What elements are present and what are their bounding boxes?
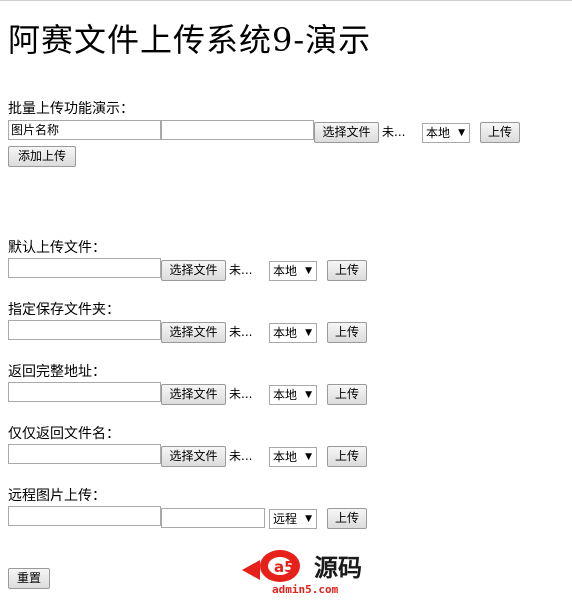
image-name-input[interactable]: 图片名称 bbox=[8, 120, 161, 140]
save-folder-label: 指定保存文件夹： bbox=[8, 302, 120, 318]
full-address-file-status: 未... bbox=[229, 387, 253, 401]
remote-source-value: 远程 bbox=[273, 512, 298, 526]
full-address-upload-button[interactable]: 上传 bbox=[327, 384, 367, 405]
batch-source-value: 本地 bbox=[426, 126, 451, 140]
remote-upload-label: 远程图片上传： bbox=[8, 488, 106, 504]
save-folder-file-status: 未... bbox=[229, 325, 253, 339]
filename-only-upload-button[interactable]: 上传 bbox=[327, 446, 367, 467]
full-address-source-select[interactable]: 本地 ▼ bbox=[269, 385, 317, 405]
filename-only-source-select[interactable]: 本地 ▼ bbox=[269, 447, 317, 467]
dropdown-arrow-icon: ▼ bbox=[458, 128, 465, 138]
batch-upload-label: 批量上传功能演示： bbox=[8, 101, 134, 117]
save-folder-choose-file-button[interactable]: 选择文件 bbox=[161, 322, 226, 343]
batch-path-input[interactable] bbox=[161, 120, 314, 140]
batch-file-status: 未... bbox=[382, 125, 406, 139]
remote-source-select[interactable]: 远程 ▼ bbox=[269, 509, 317, 529]
save-folder-upload-button[interactable]: 上传 bbox=[327, 322, 367, 343]
remote-upload-button[interactable]: 上传 bbox=[327, 508, 367, 529]
dropdown-arrow-icon: ▼ bbox=[305, 514, 312, 524]
filename-only-label: 仅仅返回文件名： bbox=[8, 426, 120, 442]
default-source-select[interactable]: 本地 ▼ bbox=[269, 261, 317, 281]
logo-a5-text: a5 bbox=[274, 558, 295, 576]
batch-upload-button[interactable]: 上传 bbox=[480, 122, 520, 143]
save-folder-path-input[interactable] bbox=[8, 320, 161, 340]
logo-url-text: admin5.com bbox=[272, 583, 339, 596]
filename-only-choose-file-button[interactable]: 选择文件 bbox=[161, 446, 226, 467]
filename-only-source-value: 本地 bbox=[273, 450, 298, 464]
reset-button[interactable]: 重置 bbox=[8, 568, 50, 589]
default-source-value: 本地 bbox=[273, 264, 298, 278]
logo-yuanma-text: 源码 bbox=[314, 554, 362, 582]
dropdown-arrow-icon: ▼ bbox=[305, 328, 312, 338]
add-upload-button[interactable]: 添加上传 bbox=[8, 146, 76, 167]
full-address-source-value: 本地 bbox=[273, 388, 298, 402]
filename-only-file-status: 未... bbox=[229, 449, 253, 463]
top-divider bbox=[0, 0, 572, 1]
save-folder-source-select[interactable]: 本地 ▼ bbox=[269, 323, 317, 343]
default-upload-path-input[interactable] bbox=[8, 258, 161, 278]
default-upload-label: 默认上传文件： bbox=[8, 240, 106, 256]
batch-source-select[interactable]: 本地 ▼ bbox=[422, 123, 470, 143]
dropdown-arrow-icon: ▼ bbox=[305, 452, 312, 462]
dropdown-arrow-icon: ▼ bbox=[305, 390, 312, 400]
filename-only-path-input[interactable] bbox=[8, 444, 161, 464]
remote-name-input[interactable] bbox=[161, 508, 265, 528]
page-title: 阿赛文件上传系统9-演示 bbox=[8, 21, 372, 59]
full-address-choose-file-button[interactable]: 选择文件 bbox=[161, 384, 226, 405]
a5-logo-graphic: a5 源码 admin5.com bbox=[242, 550, 362, 596]
dropdown-arrow-icon: ▼ bbox=[305, 266, 312, 276]
default-file-status: 未... bbox=[229, 263, 253, 277]
remote-url-input[interactable] bbox=[8, 506, 161, 526]
full-address-label: 返回完整地址： bbox=[8, 364, 106, 380]
save-folder-source-value: 本地 bbox=[273, 326, 298, 340]
default-upload-button[interactable]: 上传 bbox=[327, 260, 367, 281]
a5-logo: a5 源码 admin5.com bbox=[240, 542, 380, 598]
full-address-path-input[interactable] bbox=[8, 382, 161, 402]
batch-choose-file-button[interactable]: 选择文件 bbox=[314, 122, 379, 143]
default-choose-file-button[interactable]: 选择文件 bbox=[161, 260, 226, 281]
